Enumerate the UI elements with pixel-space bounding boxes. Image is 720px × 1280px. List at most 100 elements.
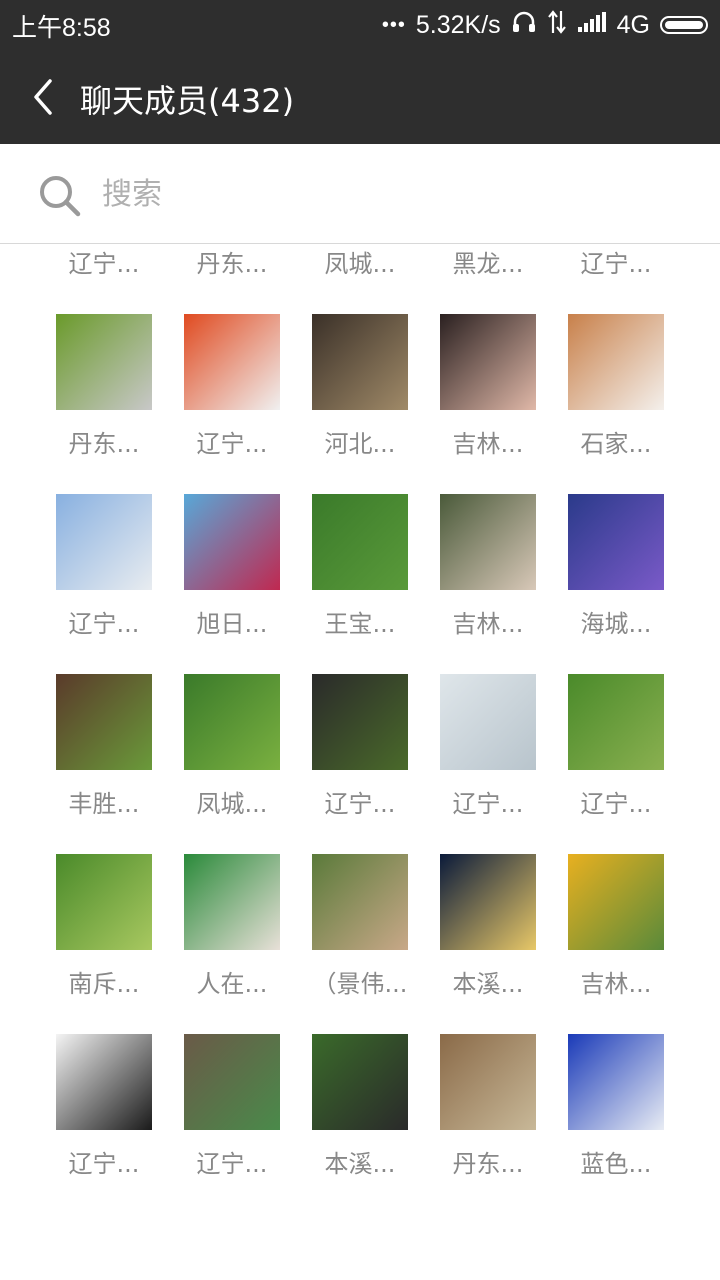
avatar xyxy=(56,1034,152,1130)
data-arrows-icon xyxy=(547,9,567,42)
member-name: 蓝色... xyxy=(580,1150,652,1178)
member-name: 辽宁... xyxy=(580,250,652,278)
member-item[interactable]: 辽宁... xyxy=(40,244,168,304)
avatar xyxy=(568,314,664,410)
avatar xyxy=(312,314,408,410)
member-item[interactable]: 吉林... xyxy=(552,854,680,1024)
avatar xyxy=(56,674,152,770)
member-name: 凤城... xyxy=(196,790,268,818)
member-item[interactable]: 辽宁... xyxy=(424,674,552,844)
member-name: 凤城... xyxy=(324,250,396,278)
status-bar: 上午8:58 ••• 5.32K/s 4G xyxy=(0,0,720,50)
member-name: 丹东... xyxy=(196,250,268,278)
avatar xyxy=(440,1034,536,1130)
avatar xyxy=(568,494,664,590)
member-name: 辽宁... xyxy=(580,790,652,818)
member-name: 吉林... xyxy=(452,430,524,458)
avatar xyxy=(312,1034,408,1130)
avatar xyxy=(184,314,280,410)
member-item[interactable]: 人在... xyxy=(168,854,296,1024)
search-icon xyxy=(40,176,81,217)
member-name: 辽宁... xyxy=(452,790,524,818)
member-item[interactable]: 辽宁... xyxy=(552,674,680,844)
header-bar: 聊天成员(432) xyxy=(0,50,720,144)
member-item[interactable]: 丹东... xyxy=(424,1034,552,1204)
member-grid: 辽宁... 丹东... 凤城... 黑龙... 辽宁... 丹东... 辽宁... 河北...… xyxy=(0,244,720,1280)
member-item[interactable]: 蓝色... xyxy=(552,1034,680,1204)
avatar xyxy=(312,494,408,590)
member-item[interactable]: 海城... xyxy=(552,494,680,664)
battery-icon xyxy=(660,16,708,34)
member-item[interactable]: 凤城... xyxy=(296,244,424,304)
avatar xyxy=(568,1034,664,1130)
member-name: 辽宁... xyxy=(68,610,140,638)
avatar xyxy=(56,854,152,950)
member-item[interactable]: 吉林... xyxy=(424,494,552,664)
member-item[interactable]: 辽宁... xyxy=(40,1034,168,1204)
avatar xyxy=(184,1034,280,1130)
avatar xyxy=(184,494,280,590)
member-name: 本溪... xyxy=(452,970,524,998)
member-item[interactable]: 吉林... xyxy=(424,314,552,484)
avatar xyxy=(184,674,280,770)
status-indicators: ••• 5.32K/s 4G xyxy=(382,8,708,42)
member-name: 黑龙... xyxy=(452,250,524,278)
member-item[interactable]: 南斥... xyxy=(40,854,168,1024)
search-bar xyxy=(0,144,720,244)
page-title: 聊天成员(432) xyxy=(80,82,295,120)
member-item[interactable]: 丹东... xyxy=(40,314,168,484)
status-time: 上午8:58 xyxy=(12,14,111,42)
avatar xyxy=(568,854,664,950)
member-name: （景伟... xyxy=(312,970,408,998)
search-input[interactable] xyxy=(100,168,684,220)
headphones-icon xyxy=(511,9,537,42)
member-item[interactable]: 王宝... xyxy=(296,494,424,664)
avatar xyxy=(312,674,408,770)
member-item[interactable]: 凤城... xyxy=(168,674,296,844)
member-name: 海城... xyxy=(580,610,652,638)
avatar xyxy=(184,854,280,950)
back-button[interactable] xyxy=(18,72,68,122)
member-item[interactable]: 辽宁... xyxy=(40,494,168,664)
member-item[interactable]: 辽宁... xyxy=(296,674,424,844)
member-name: 王宝... xyxy=(324,610,396,638)
member-name: 南斥... xyxy=(68,970,140,998)
member-item[interactable]: 辽宁... xyxy=(552,244,680,304)
member-item[interactable]: 辽宁... xyxy=(168,1034,296,1204)
member-name: 丹东... xyxy=(68,430,140,458)
member-name: 吉林... xyxy=(580,970,652,998)
member-item[interactable]: 本溪... xyxy=(424,854,552,1024)
avatar xyxy=(312,854,408,950)
member-name: 辽宁... xyxy=(68,1150,140,1178)
avatar xyxy=(440,854,536,950)
member-name: 河北... xyxy=(324,430,396,458)
member-item[interactable]: （景伟... xyxy=(296,854,424,1024)
member-item[interactable]: 辽宁... xyxy=(168,314,296,484)
dots-icon: ••• xyxy=(381,13,406,36)
avatar xyxy=(56,314,152,410)
member-item[interactable]: 旭日... xyxy=(168,494,296,664)
member-item[interactable]: 石家... xyxy=(552,314,680,484)
member-item[interactable]: 丹东... xyxy=(168,244,296,304)
member-name: 旭日... xyxy=(196,610,268,638)
member-name: 人在... xyxy=(196,970,268,998)
member-name: 辽宁... xyxy=(68,250,140,278)
back-chevron-icon xyxy=(34,79,52,115)
avatar xyxy=(568,674,664,770)
member-item[interactable]: 本溪... xyxy=(296,1034,424,1204)
network-speed: 5.32K/s xyxy=(415,10,501,39)
member-name: 辽宁... xyxy=(196,1150,268,1178)
member-item[interactable]: 河北... xyxy=(296,314,424,484)
member-name: 吉林... xyxy=(452,610,524,638)
member-name: 丹东... xyxy=(452,1150,524,1178)
member-name: 石家... xyxy=(580,430,652,458)
member-item[interactable]: 黑龙... xyxy=(424,244,552,304)
signal-icon xyxy=(577,11,607,40)
member-name: 丰胜... xyxy=(68,790,140,818)
member-name: 辽宁... xyxy=(324,790,396,818)
member-name: 本溪... xyxy=(324,1150,396,1178)
network-type: 4G xyxy=(616,10,650,39)
avatar xyxy=(440,674,536,770)
avatar xyxy=(56,494,152,590)
member-item[interactable]: 丰胜... xyxy=(40,674,168,844)
